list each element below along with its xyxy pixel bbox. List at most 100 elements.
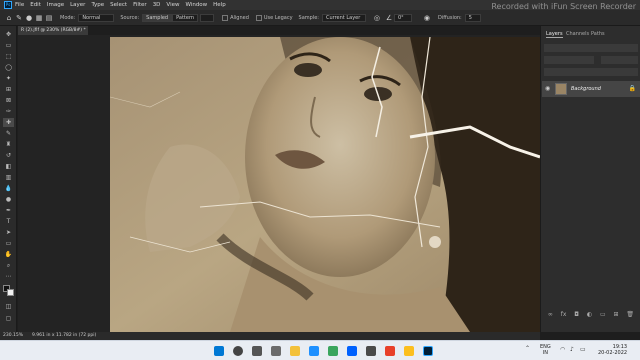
windows-taskbar: ⌃ ENG IN ◠ ♪ ▭ 19:13 20-02-2022 (0, 340, 640, 360)
hand-tool-icon[interactable]: ✋ (3, 250, 14, 259)
brush-settings-icon[interactable]: ▦ (34, 13, 44, 23)
zoom-level[interactable]: 230.15% (3, 332, 23, 340)
tab-layers[interactable]: Layers (546, 31, 563, 38)
recorder-icon[interactable] (385, 346, 395, 356)
mode-select[interactable]: Normal (78, 13, 115, 22)
layer-filter-bar[interactable] (544, 44, 638, 52)
clock-date: 20-02-2022 (598, 350, 628, 356)
pen-tool-icon[interactable]: ✒ (3, 206, 14, 215)
menu-layer[interactable]: Layer (70, 2, 85, 8)
fx-icon[interactable]: fx (561, 311, 567, 321)
add-mask-icon[interactable]: ◘ (574, 311, 579, 321)
language-indicator[interactable]: ENG IN (540, 344, 551, 356)
adjustment-layer-icon[interactable]: ◐ (587, 311, 592, 321)
blur-tool-icon[interactable]: 💧 (3, 184, 14, 193)
menu-help[interactable]: Help (213, 2, 226, 8)
edge-icon[interactable] (309, 346, 319, 356)
brush-size-icon[interactable]: ● (24, 13, 34, 23)
quick-selection-tool-icon[interactable]: ✦ (3, 74, 14, 83)
photoshop-taskbar-icon[interactable] (423, 346, 433, 356)
healing-brush-tool-icon[interactable]: ✚ (3, 118, 14, 127)
tray-chevron-icon[interactable]: ⌃ (525, 345, 530, 352)
source-sampled-button[interactable]: Sampled (142, 13, 173, 22)
menu-edit[interactable]: Edit (30, 2, 41, 8)
start-icon[interactable] (214, 346, 224, 356)
gradient-tool-icon[interactable]: ▥ (3, 173, 14, 182)
layer-name[interactable]: Background (571, 86, 601, 92)
menu-image[interactable]: Image (47, 2, 64, 8)
angle-input[interactable]: 0° (393, 13, 412, 22)
screen-mode-icon[interactable]: ▢ (3, 314, 14, 323)
clock[interactable]: 19:13 20-02-2022 (598, 344, 627, 356)
menu-filter[interactable]: Filter (133, 2, 147, 8)
pattern-picker[interactable] (200, 13, 215, 22)
pressure-icon[interactable]: ◉ (422, 13, 432, 23)
layer-row-background[interactable]: ◉ Background 🔒 (542, 81, 640, 97)
menu-file[interactable]: File (15, 2, 24, 8)
widgets-icon[interactable] (271, 346, 281, 356)
delete-layer-icon[interactable]: 🗑 (626, 311, 634, 321)
quick-mask-icon[interactable]: ◫ (3, 302, 14, 311)
new-group-icon[interactable]: ▭ (600, 311, 606, 321)
new-layer-icon[interactable]: ⊞ (613, 311, 618, 321)
search-icon[interactable] (233, 346, 243, 356)
eyedropper-tool-icon[interactable]: ✑ (3, 107, 14, 116)
tool-options-bar: ⌂ ✎ ● ▦ ▤ Mode: Normal Source: Sampled P… (0, 10, 640, 26)
background-color-swatch[interactable] (7, 289, 14, 296)
menu-window[interactable]: Window (185, 2, 207, 8)
tab-paths[interactable]: Paths (591, 31, 605, 37)
use-legacy-label: Use Legacy (263, 14, 293, 21)
document-image[interactable] (110, 37, 540, 332)
artboard-tool-icon[interactable]: ▭ (3, 41, 14, 50)
frame-tool-icon[interactable]: ⊠ (3, 96, 14, 105)
wifi-icon[interactable]: ◠ (560, 346, 565, 353)
language-bottom: IN (542, 350, 548, 356)
menu-3d[interactable]: 3D (153, 2, 161, 8)
lasso-tool-icon[interactable]: ◯ (3, 63, 14, 72)
sample-select[interactable]: Current Layer (321, 13, 366, 22)
diffusion-label: Diffusion: (437, 14, 462, 21)
opacity-input[interactable] (601, 56, 638, 64)
menu-view[interactable]: View (166, 2, 179, 8)
path-selection-tool-icon[interactable]: ➤ (3, 228, 14, 237)
tools-panel: ✥ ▭ ⬚ ◯ ✦ ⊞ ⊠ ✑ ✚ ✎ ♜ ↺ ◧ ▥ 💧 ● ✒ T ➤ ▭ … (0, 26, 17, 332)
chrome-icon[interactable] (328, 346, 338, 356)
clone-source-icon[interactable]: ▤ (44, 13, 54, 23)
history-brush-tool-icon[interactable]: ↺ (3, 151, 14, 160)
link-layers-icon[interactable]: ∞ (548, 311, 553, 321)
volume-icon[interactable]: ♪ (570, 346, 574, 353)
dropbox-icon[interactable] (347, 346, 357, 356)
menu-type[interactable]: Type (91, 2, 104, 8)
clone-stamp-tool-icon[interactable]: ♜ (3, 140, 14, 149)
task-view-icon[interactable] (252, 346, 262, 356)
aligned-checkbox[interactable] (222, 14, 229, 21)
document-tab[interactable]: R (2).jfif @ 230% (RGB/8#) * (18, 26, 88, 35)
type-tool-icon[interactable]: T (3, 217, 14, 226)
visibility-eye-icon[interactable]: ◉ (545, 85, 550, 92)
diffusion-input[interactable]: 5 (464, 13, 481, 22)
lock-options[interactable] (544, 68, 638, 76)
photoshop-logo-icon[interactable]: Ps (4, 1, 12, 9)
battery-icon[interactable]: ▭ (580, 346, 586, 353)
app-icon[interactable] (366, 346, 376, 356)
move-tool-icon[interactable]: ✥ (3, 30, 14, 39)
dodge-tool-icon[interactable]: ● (3, 195, 14, 204)
use-legacy-checkbox[interactable] (255, 14, 262, 21)
brush-tool-icon[interactable]: ✎ (3, 129, 14, 138)
zoom-tool-icon[interactable]: ⌕ (3, 261, 14, 270)
clone-stamp-tool-icon[interactable]: ✎ (14, 13, 24, 23)
ignore-adjustment-layers-icon[interactable]: ◎ (372, 13, 382, 23)
rectangle-tool-icon[interactable]: ▭ (3, 239, 14, 248)
marquee-tool-icon[interactable]: ⬚ (3, 52, 14, 61)
blend-mode-select[interactable] (544, 56, 594, 64)
file-explorer-icon[interactable] (290, 346, 300, 356)
tab-channels[interactable]: Channels (566, 31, 589, 37)
source-pattern-button[interactable]: Pattern (172, 13, 199, 22)
crop-tool-icon[interactable]: ⊞ (3, 85, 14, 94)
more-tools-icon[interactable]: ⋯ (3, 272, 14, 281)
eraser-tool-icon[interactable]: ◧ (3, 162, 14, 171)
app-icon-2[interactable] (404, 346, 414, 356)
lock-icon: 🔒 (628, 85, 636, 92)
home-icon[interactable]: ⌂ (4, 13, 14, 23)
menu-select[interactable]: Select (110, 2, 127, 8)
